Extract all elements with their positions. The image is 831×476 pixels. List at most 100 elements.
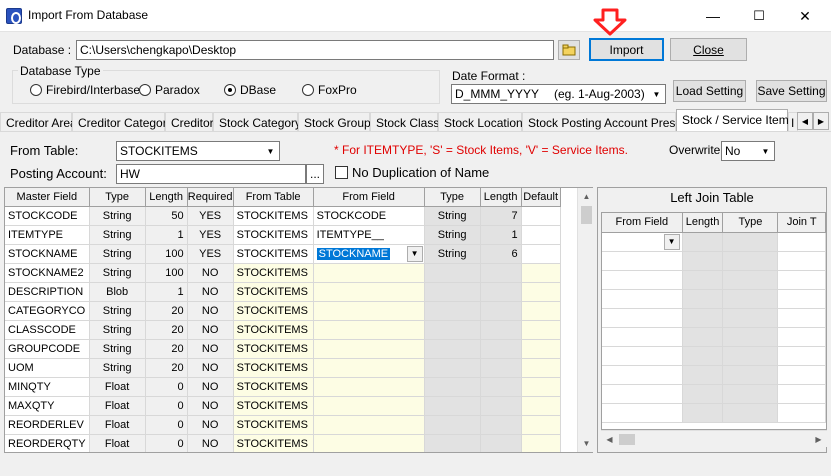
close-button[interactable]: Close: [670, 38, 747, 61]
cell-from-length[interactable]: [480, 358, 522, 378]
tab-stock-location[interactable]: Stock Location: [438, 112, 523, 132]
cell-master-field[interactable]: STOCKNAME2: [5, 263, 90, 283]
no-duplication-checkbox[interactable]: [335, 166, 348, 179]
cell-default[interactable]: [521, 206, 561, 226]
lj-cell-from-field[interactable]: [602, 384, 683, 404]
table-row[interactable]: STOCKCODE String 50 YES STOCKITEMS STOCKCODE S…: [5, 206, 561, 226]
field-mapping-grid[interactable]: Master Field Type Length Required From T…: [4, 187, 593, 453]
cell-default[interactable]: [521, 282, 561, 302]
cell-from-field[interactable]: ITEMTYPE__: [313, 225, 425, 245]
cell-default[interactable]: [521, 434, 561, 452]
cell-from-table[interactable]: STOCKITEMS: [233, 339, 314, 359]
lj-cell-join-table[interactable]: [777, 403, 826, 423]
load-setting-button[interactable]: Load Setting: [673, 80, 746, 102]
cell-required[interactable]: YES: [187, 225, 234, 245]
cell-master-field[interactable]: MAXQTY: [5, 396, 90, 416]
col-master-field[interactable]: Master Field: [5, 188, 90, 207]
cell-default[interactable]: [521, 320, 561, 340]
col-default[interactable]: Default: [521, 188, 561, 207]
from-table-combo[interactable]: STOCKITEMS ▼: [116, 141, 280, 161]
lj-cell-type[interactable]: [722, 270, 779, 290]
scroll-left-icon[interactable]: ◀: [601, 431, 618, 448]
h-scroll-thumb[interactable]: [619, 434, 635, 445]
scroll-right-icon[interactable]: ▶: [810, 431, 827, 448]
cell-type[interactable]: String: [89, 244, 146, 264]
lj-cell-from-field[interactable]: [602, 365, 683, 385]
cell-from-type[interactable]: [424, 263, 481, 283]
cell-from-length[interactable]: [480, 282, 522, 302]
cell-required[interactable]: NO: [187, 415, 234, 435]
cell-default[interactable]: [521, 358, 561, 378]
cell-from-length[interactable]: [480, 339, 522, 359]
save-setting-button[interactable]: Save Setting: [756, 80, 827, 102]
cell-from-length[interactable]: [480, 320, 522, 340]
chevron-down-icon[interactable]: ▼: [663, 233, 680, 250]
col-length[interactable]: Length: [145, 188, 188, 207]
lj-cell-from-field[interactable]: [602, 346, 683, 366]
col-required[interactable]: Required: [187, 188, 234, 207]
left-join-row[interactable]: ▼: [602, 232, 826, 252]
lj-cell-from-field[interactable]: [602, 270, 683, 290]
cell-type[interactable]: Float: [89, 377, 146, 397]
table-row[interactable]: REORDERLEV Float 0 NO STOCKITEMS: [5, 415, 561, 435]
tab-creditor-category[interactable]: Creditor Category: [72, 112, 173, 132]
tab-creditor[interactable]: Creditor: [165, 112, 214, 132]
left-join-grid[interactable]: From Field Length Type Join T ▼: [601, 212, 827, 430]
chevron-down-icon[interactable]: ▼: [758, 143, 773, 159]
cell-length[interactable]: 0: [145, 377, 188, 397]
cell-from-table[interactable]: STOCKITEMS: [233, 358, 314, 378]
lj-col-type[interactable]: Type: [722, 213, 779, 233]
maximize-icon[interactable]: ☐: [736, 0, 782, 32]
cell-default[interactable]: [521, 339, 561, 359]
cell-from-table[interactable]: STOCKITEMS: [233, 377, 314, 397]
lj-cell-join-table[interactable]: [777, 365, 826, 385]
minimize-icon[interactable]: —: [690, 0, 736, 32]
radio-foxpro[interactable]: FoxPro: [302, 83, 357, 97]
cell-from-length[interactable]: 7: [480, 206, 522, 226]
cell-length[interactable]: 50: [145, 206, 188, 226]
cell-from-type[interactable]: [424, 415, 481, 435]
cell-from-field[interactable]: [313, 434, 425, 452]
lj-cell-type[interactable]: [722, 403, 779, 423]
lj-cell-type[interactable]: [722, 251, 779, 271]
cell-default[interactable]: [521, 377, 561, 397]
lj-col-from-field[interactable]: From Field: [602, 213, 683, 233]
left-join-row[interactable]: [602, 403, 826, 423]
lj-cell-length[interactable]: [682, 403, 724, 423]
lj-cell-length[interactable]: [682, 346, 724, 366]
cell-type[interactable]: Float: [89, 415, 146, 435]
cell-length[interactable]: 1: [145, 282, 188, 302]
cell-from-table[interactable]: STOCKITEMS: [233, 244, 314, 264]
cell-required[interactable]: YES: [187, 244, 234, 264]
cell-required[interactable]: NO: [187, 282, 234, 302]
left-join-horizontal-scrollbar[interactable]: ◀ ▶: [601, 430, 827, 447]
tab-stock-class[interactable]: Stock Class: [370, 112, 439, 132]
left-join-row[interactable]: [602, 270, 826, 290]
lj-cell-type[interactable]: [722, 384, 779, 404]
chevron-down-icon[interactable]: ▼: [263, 143, 278, 159]
lj-cell-length[interactable]: [682, 270, 724, 290]
cell-from-type[interactable]: String: [424, 225, 481, 245]
chevron-down-icon[interactable]: ▼: [406, 245, 423, 262]
cell-from-field[interactable]: [313, 339, 425, 359]
col-type[interactable]: Type: [89, 188, 146, 207]
table-row[interactable]: STOCKNAME String 100 YES STOCKITEMS STOCKNAME…: [5, 244, 561, 264]
cell-default[interactable]: [521, 415, 561, 435]
cell-from-length[interactable]: [480, 434, 522, 452]
cell-from-type[interactable]: String: [424, 244, 481, 264]
cell-required[interactable]: NO: [187, 263, 234, 283]
lj-cell-from-field[interactable]: ▼: [602, 232, 683, 252]
left-join-row[interactable]: [602, 251, 826, 271]
left-join-row[interactable]: [602, 289, 826, 309]
cell-required[interactable]: NO: [187, 320, 234, 340]
lj-cell-from-field[interactable]: [602, 251, 683, 271]
cell-from-type[interactable]: [424, 339, 481, 359]
cell-length[interactable]: 1: [145, 225, 188, 245]
cell-type[interactable]: String: [89, 206, 146, 226]
lj-cell-type[interactable]: [722, 289, 779, 309]
lj-cell-join-table[interactable]: [777, 232, 826, 252]
cell-from-table[interactable]: STOCKITEMS: [233, 225, 314, 245]
cell-from-type[interactable]: [424, 377, 481, 397]
table-row[interactable]: ITEMTYPE String 1 YES STOCKITEMS ITEMTYPE__ St…: [5, 225, 561, 245]
close-window-icon[interactable]: ✕: [782, 0, 828, 32]
